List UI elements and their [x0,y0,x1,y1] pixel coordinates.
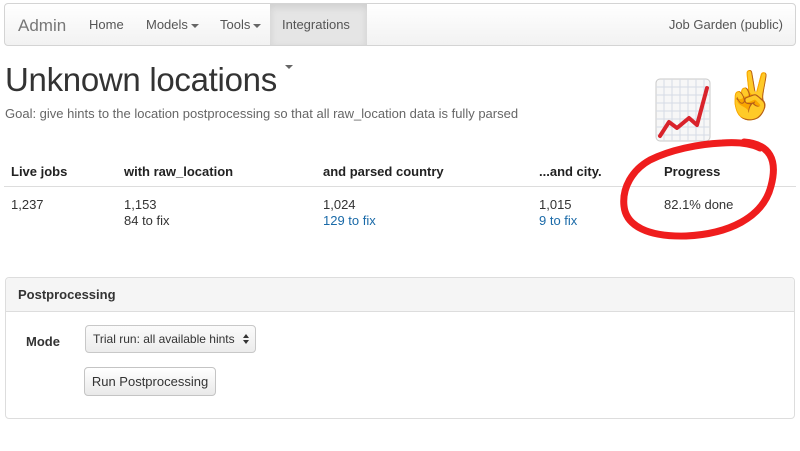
header-parsed-country: and parsed country [323,164,444,179]
nav-item-tools[interactable]: Tools [209,4,272,45]
mode-select[interactable]: Trial run: all available hints [85,325,256,353]
mode-select-value: Trial run: all available hints [93,332,235,346]
nav-item-integrations[interactable]: Integrations [270,4,367,69]
nav-item-home[interactable]: Home [78,4,135,45]
brand-link[interactable]: Admin [18,16,66,36]
select-arrows-icon [243,334,249,344]
cell-parsed-country-count: 1,024 [323,197,356,212]
cell-raw-location-count: 1,153 [124,197,157,212]
victory-hand-icon: ✌️ [722,69,780,121]
top-navbar: Admin Home Models Tools Integrations Job… [4,3,796,69]
panel-heading: Postprocessing [6,278,794,312]
site-name-link[interactable]: Job Garden (public) [669,4,783,45]
run-postprocessing-button[interactable]: Run Postprocessing [84,367,216,396]
parsed-country-to-fix-link[interactable]: 129 to fix [323,213,376,229]
nav-item-home-label: Home [89,17,124,32]
nav-item-tools-label: Tools [220,17,251,32]
nav-item-integrations-label: Integrations [282,17,350,32]
header-live-jobs: Live jobs [11,164,68,179]
goal-description: Goal: give hints to the location postpro… [5,106,519,121]
parsed-city-to-fix-link[interactable]: 9 to fix [539,213,577,229]
postprocessing-panel: Postprocessing Mode Trial run: all avail… [5,277,795,419]
cell-live-jobs: 1,237 [11,197,44,212]
header-raw-location: with raw_location [124,164,234,179]
nav-item-models[interactable]: Models [135,4,210,45]
mode-label: Mode [26,334,60,349]
nav-item-models-label: Models [146,17,188,32]
annotation-circle [620,138,777,240]
cell-raw-location-to-fix: 84 to fix [124,213,170,228]
caret-down-icon [253,23,262,28]
caret-down-icon [285,64,293,69]
header-and-city: ...and city. [539,164,602,179]
caret-down-icon [190,23,199,28]
cell-parsed-city-count: 1,015 [539,197,572,212]
page-title: Unknown locations [5,61,277,98]
